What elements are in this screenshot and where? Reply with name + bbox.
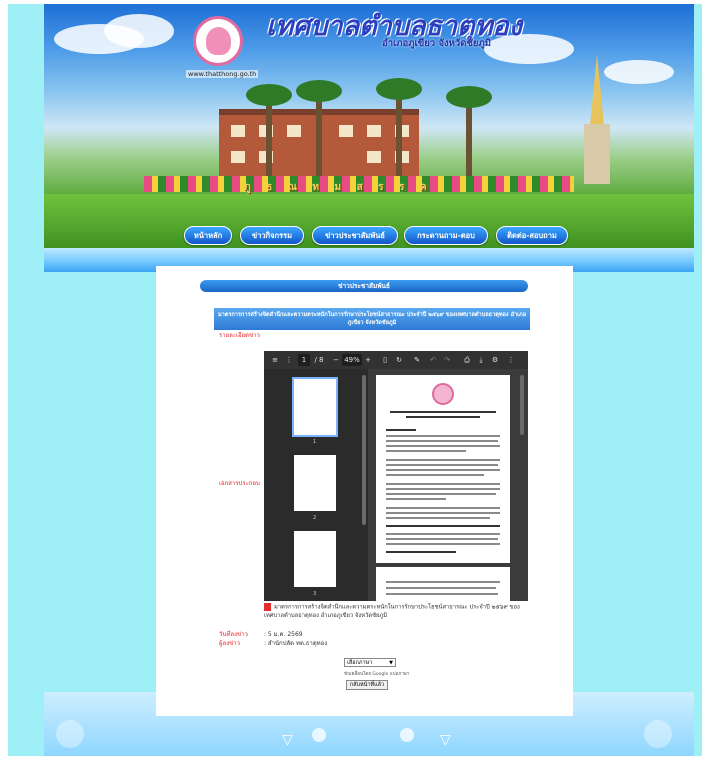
redo-icon[interactable]: ↷ xyxy=(442,354,452,366)
nav-public-relations[interactable]: ข่าวประชาสัมพันธ์ xyxy=(312,226,398,245)
section-title: ข่าวประชาสัมพันธ์ xyxy=(200,280,528,292)
nav-contact[interactable]: ติดต่อ-สอบถาม xyxy=(496,226,568,245)
sidebar-icon[interactable]: ⋮ xyxy=(284,354,294,366)
pdf-thumbnails-panel: 1 2 3 xyxy=(264,369,368,601)
page-scrollbar[interactable] xyxy=(520,375,524,435)
detail-label: รายละเอียดข่าว xyxy=(219,332,260,339)
zoom-in-icon[interactable]: + xyxy=(364,354,372,366)
thumbnail-number-2: 2 xyxy=(313,515,317,521)
news-title: มาตรการการสร้างจิตสำนึกและความตระหนักในก… xyxy=(214,308,530,330)
download-icon[interactable]: ⤓ xyxy=(476,354,486,366)
chevron-down-icon: ▼ xyxy=(389,659,393,666)
powered-by-text: ขับเคลื่อนโดย Google แปลภาษา xyxy=(344,672,410,677)
page-background: เทศบาลตำบลธาตุทอง อำเภอภูเขียว จังหวัดชั… xyxy=(8,4,702,756)
pdf-page-1 xyxy=(376,375,510,563)
nav-activities[interactable]: ข่าวกิจกรรม xyxy=(240,226,304,245)
pagoda-image xyxy=(572,54,622,184)
draw-icon[interactable]: ✎ xyxy=(412,354,422,366)
zoom-out-icon[interactable]: − xyxy=(332,354,340,366)
undo-icon[interactable]: ↶ xyxy=(428,354,438,366)
menu-icon[interactable]: ≡ xyxy=(270,354,280,366)
fit-page-icon[interactable]: ▯ xyxy=(380,354,390,366)
pdf-file-icon xyxy=(264,603,271,611)
main-content: ข่าวประชาสัมพันธ์ มาตรการการสร้างจิตสำนึ… xyxy=(156,266,573,716)
thumbnail-page-2[interactable] xyxy=(294,455,336,511)
thumbnail-scrollbar[interactable] xyxy=(362,375,366,525)
document-seal xyxy=(432,383,454,405)
pdf-viewer[interactable]: ≡ ⋮ 1 / 8 − 49% + ▯ ↻ ✎ ↶ ↷ ⎙ ⤓ ⚙ ⋮ 1 2 … xyxy=(264,351,528,601)
site-logo[interactable] xyxy=(193,16,243,66)
banner-text: ภู ธ ณ ท ม ส ร ร ค xyxy=(244,182,433,193)
page-number-input[interactable]: 1 xyxy=(298,354,310,366)
more-icon[interactable]: ⋮ xyxy=(506,354,516,366)
print-icon[interactable]: ⎙ xyxy=(462,354,472,366)
settings-icon[interactable]: ⚙ xyxy=(490,354,500,366)
attachment-link[interactable]: มาตรการการสร้างจิตสำนึกและความตระหนักในก… xyxy=(264,603,526,620)
pdf-toolbar: ≡ ⋮ 1 / 8 − 49% + ▯ ↻ ✎ ↶ ↷ ⎙ ⤓ ⚙ ⋮ xyxy=(264,351,528,369)
back-button[interactable]: กลับหน้าที่แล้ว xyxy=(346,680,388,690)
poster-value: : สำนักปลัด ทต.ธาตุทอง xyxy=(264,640,328,647)
site-url: www.thatthong.go.th xyxy=(186,70,259,78)
rotate-icon[interactable]: ↻ xyxy=(394,354,404,366)
pdf-page-2 xyxy=(376,567,510,601)
thumbnail-page-1[interactable] xyxy=(292,377,338,437)
thumbnail-number-3: 3 xyxy=(313,591,317,597)
poster-label: ผู้ลงข่าว xyxy=(219,640,240,647)
main-nav: หน้าหลัก ข่าวกิจกรรม ข่าวประชาสัมพันธ์ ก… xyxy=(44,226,694,248)
site-header-banner: เทศบาลตำบลธาตุทอง อำเภอภูเขียว จังหวัดชั… xyxy=(44,4,694,252)
site-subtitle: อำเภอภูเขียว จังหวัดชัยภูมิ xyxy=(382,38,491,49)
attachment-name: มาตรการการสร้างจิตสำนึกและความตระหนักในก… xyxy=(264,604,520,619)
nav-qa-board[interactable]: กระดานถาม-ตอบ xyxy=(404,226,488,245)
nav-home[interactable]: หน้าหลัก xyxy=(184,226,232,245)
thumbnail-number-1: 1 xyxy=(313,439,317,445)
language-select[interactable]: เลือกภาษา ▼ xyxy=(344,658,396,667)
language-select-value: เลือกภาษา xyxy=(347,659,373,666)
page-total: / 8 xyxy=(314,356,324,364)
zoom-input[interactable]: 49% xyxy=(342,354,362,366)
attachment-label: เอกสารประกอบ xyxy=(219,480,260,487)
thumbnail-page-3[interactable] xyxy=(294,531,336,587)
